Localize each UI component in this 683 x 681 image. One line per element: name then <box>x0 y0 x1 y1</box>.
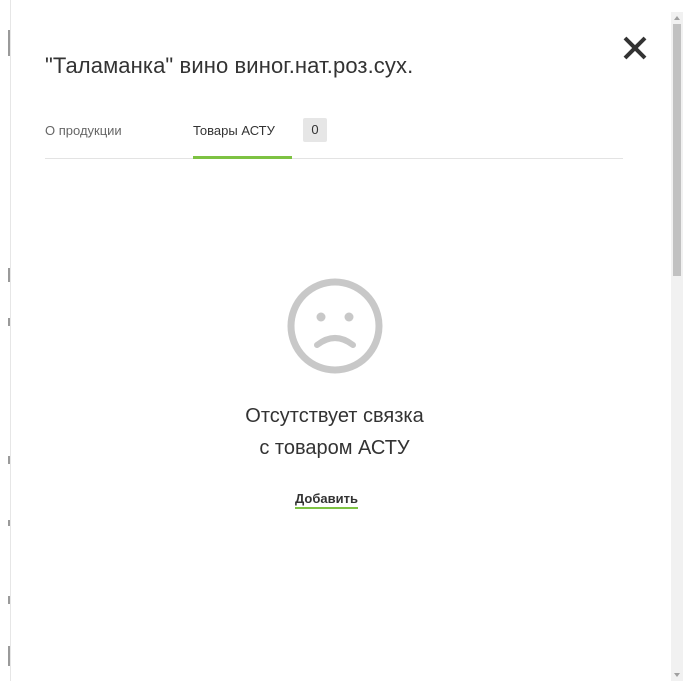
tab-label: О продукции <box>45 123 122 138</box>
dialog-title: "Таламанка" вино виног.нат.роз.сух. <box>45 53 414 78</box>
active-tab-indicator <box>193 156 292 159</box>
product-dialog: "Таламанка" вино виног.нат.роз.сух. О пр… <box>11 0 671 681</box>
scroll-down-icon[interactable] <box>674 673 680 677</box>
scrollbar-thumb[interactable] <box>673 24 681 276</box>
tab-about-product[interactable]: О продукции <box>45 118 155 158</box>
tab-bar: О продукции Товары АСТУ 0 <box>45 118 623 159</box>
page: "Таламанка" вино виног.нат.роз.сух. О пр… <box>0 0 683 681</box>
tab-label: Товары АСТУ <box>193 123 275 138</box>
tab-astu-products[interactable]: Товары АСТУ 0 <box>193 118 333 159</box>
empty-state-message: Отсутствует связка с товаром АСТУ <box>11 400 658 464</box>
background-page-edge <box>0 0 11 681</box>
empty-state-line: Отсутствует связка <box>245 405 424 427</box>
edge-mark <box>8 520 10 526</box>
edge-mark <box>8 318 10 326</box>
edge-mark <box>8 646 10 666</box>
scrollbar[interactable] <box>671 12 683 681</box>
edge-mark <box>8 596 10 604</box>
edge-mark <box>8 268 10 282</box>
empty-state-line: с товаром АСТУ <box>259 437 410 459</box>
count-badge: 0 <box>303 118 327 142</box>
sad-face-icon <box>287 278 383 374</box>
edge-mark <box>8 456 10 464</box>
add-link[interactable]: Добавить <box>295 491 358 509</box>
scroll-up-icon[interactable] <box>674 16 680 20</box>
edge-mark <box>8 30 10 56</box>
close-button[interactable] <box>621 34 649 62</box>
close-icon <box>623 36 647 60</box>
